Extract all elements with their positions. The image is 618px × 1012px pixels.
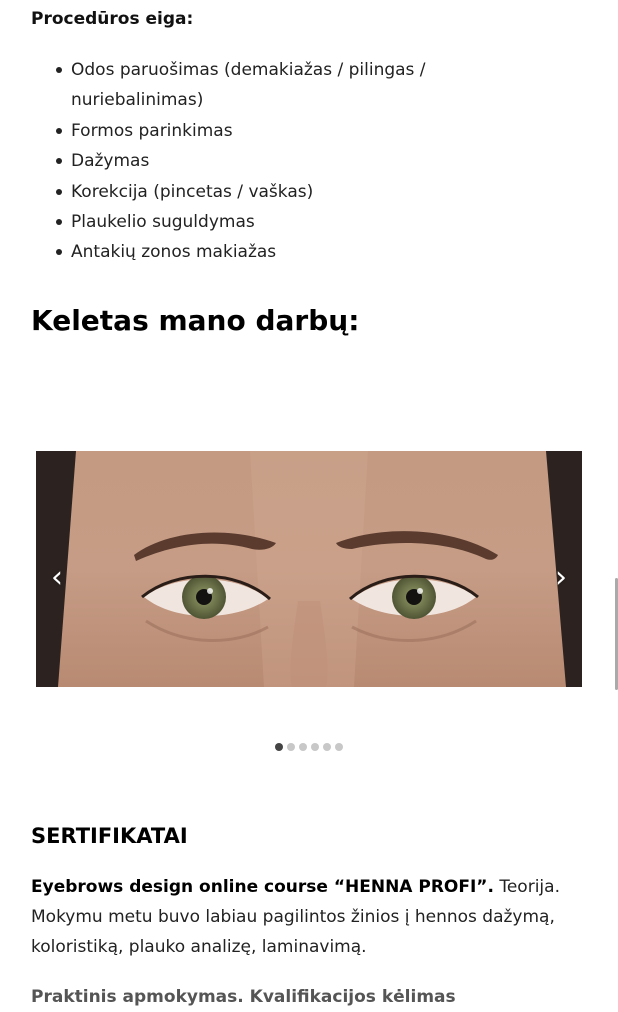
step-label: Formos parinkimas (71, 120, 233, 141)
step-label: Antakių zonos makiažas (71, 242, 277, 263)
procedure-steps-list: Odos paruošimas (demakiažas / pilingas /… (31, 55, 471, 268)
bullet-icon (56, 219, 62, 226)
bullet-icon (56, 158, 62, 165)
list-item: Antakių zonos makiažas (31, 237, 471, 267)
certificate-title: Eyebrows design online course “HENNA PRO… (31, 877, 494, 897)
certificates-heading: SERTIFIKATAI (31, 824, 188, 848)
carousel-prev-button[interactable]: ‹ (47, 560, 67, 596)
certificate-item: Eyebrows design online course “HENNA PRO… (31, 872, 591, 962)
list-item: Odos paruošimas (demakiažas / pilingas /… (31, 55, 471, 116)
carousel-next-button[interactable]: › (551, 560, 571, 596)
carousel-dot-3[interactable] (299, 743, 307, 751)
step-label: Dažymas (71, 151, 150, 172)
bullet-icon (56, 67, 62, 73)
eyebrows-photo (36, 451, 582, 687)
list-item: Korekcija (pincetas / vaškas) (31, 177, 471, 207)
step-label: Korekcija (pincetas / vaškas) (71, 181, 314, 202)
carousel-dot-6[interactable] (335, 743, 343, 751)
certificate-item-partial: Praktinis apmokymas. Kvalifikacijos kėli… (31, 982, 591, 1012)
carousel-pagination (275, 743, 343, 751)
carousel-dot-4[interactable] (311, 743, 319, 751)
bullet-icon (56, 127, 62, 134)
list-item: Dažymas (31, 146, 471, 176)
gallery-carousel[interactable] (36, 451, 582, 687)
step-label: Odos paruošimas (demakiažas / pilingas /… (71, 60, 426, 111)
carousel-dot-5[interactable] (323, 743, 331, 751)
procedure-heading: Procedūros eiga: (31, 9, 194, 29)
certificate-title-partial: Praktinis apmokymas. Kvalifikacijos kėli… (31, 987, 456, 1007)
bullet-icon (56, 249, 62, 256)
list-item: Formos parinkimas (31, 116, 471, 146)
list-item: Plaukelio suguldymas (31, 207, 471, 237)
works-heading: Keletas mano darbų: (31, 304, 360, 337)
bullet-icon (56, 188, 62, 195)
carousel-dot-1[interactable] (275, 743, 283, 751)
carousel-dot-2[interactable] (287, 743, 295, 751)
step-label: Plaukelio suguldymas (71, 212, 255, 233)
